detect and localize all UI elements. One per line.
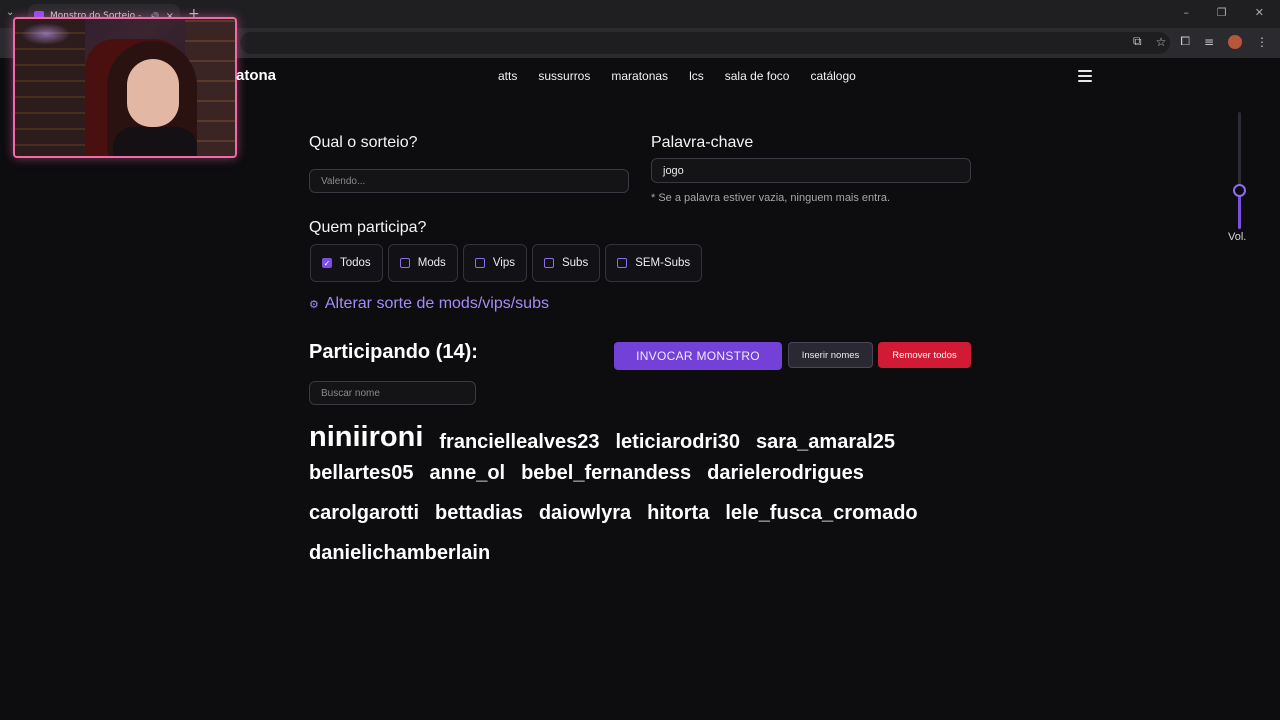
site-brand[interactable]: atona: [236, 67, 276, 84]
option-label: Vips: [492, 257, 515, 269]
participant-name[interactable]: sara_amaral25: [756, 431, 895, 454]
checkbox-icon[interactable]: [617, 258, 628, 268]
change-luck-label: Alterar sorte de mods/vips/subs: [324, 295, 549, 312]
invoke-monster-button[interactable]: INVOCAR MONSTRO: [614, 342, 782, 370]
participant-filter: ✓ Todos Mods Vips Subs SEM-Subs: [310, 244, 703, 282]
option-sem-subs[interactable]: SEM-Subs: [605, 244, 703, 282]
participant-name[interactable]: niniironi: [309, 421, 423, 454]
tab-list-chevron-icon[interactable]: ⌄: [6, 7, 14, 18]
participant-name[interactable]: bebel_fernandess: [521, 462, 691, 485]
option-subs[interactable]: Subs: [531, 244, 601, 282]
participant-name[interactable]: bellartes05: [309, 462, 414, 485]
keyword-input[interactable]: jogo: [651, 158, 971, 183]
volume-label: Vol.: [1228, 231, 1247, 243]
window-controls: – ❐ ✕: [1183, 6, 1264, 19]
toolbar-icons: ⧉ ☆ ⧠ ≡ ⋮: [1133, 34, 1268, 49]
streamer-face: [127, 59, 179, 127]
option-label: Todos: [340, 257, 371, 269]
participant-row: danielichamberlain: [309, 542, 989, 582]
who-label: Quem participa?: [309, 219, 427, 236]
participant-name[interactable]: bettadias: [435, 502, 523, 525]
nav-item-lcs[interactable]: lcs: [689, 69, 704, 83]
option-vips[interactable]: Vips: [462, 244, 527, 282]
bookmark-star-icon[interactable]: ☆: [1156, 35, 1167, 49]
install-app-icon[interactable]: ⧉: [1133, 34, 1142, 49]
option-label: Subs: [561, 257, 589, 269]
draw-label: Qual o sorteio?: [309, 134, 418, 151]
participant-name[interactable]: danielichamberlain: [309, 542, 490, 565]
insert-names-button[interactable]: Inserir nomes: [788, 342, 873, 368]
participant-row: bellartes05 anne_ol bebel_fernandess dar…: [309, 462, 989, 502]
participant-name[interactable]: leticiarodri30: [616, 431, 741, 454]
neon-light: [21, 23, 71, 45]
participants-heading: Participando (14):: [309, 341, 478, 363]
remove-all-button[interactable]: Remover todos: [878, 342, 971, 368]
address-bar[interactable]: [240, 32, 1170, 54]
nav-item-catalogo[interactable]: catálogo: [810, 69, 855, 83]
participant-name[interactable]: lele_fusca_cromado: [725, 502, 917, 525]
checkbox-checked-icon[interactable]: ✓: [322, 258, 332, 268]
webcam-overlay: [13, 17, 237, 158]
nav-item-maratonas[interactable]: maratonas: [611, 69, 668, 83]
option-todos[interactable]: ✓ Todos: [310, 244, 383, 282]
nav-item-sussurros[interactable]: sussurros: [538, 69, 590, 83]
close-window-icon[interactable]: ✕: [1255, 6, 1264, 19]
participant-name[interactable]: carolgarotti: [309, 502, 419, 525]
participant-name[interactable]: daiowlyra: [539, 502, 631, 525]
browser-menu-icon[interactable]: ⋮: [1256, 35, 1268, 49]
extensions-icon[interactable]: ⧠: [1180, 34, 1190, 49]
volume-slider-knob[interactable]: [1233, 184, 1246, 197]
participant-row: carolgarotti bettadias daiowlyra hitorta…: [309, 502, 989, 542]
draw-input[interactable]: Valendo...: [309, 169, 629, 193]
search-name-input[interactable]: Buscar nome: [309, 381, 476, 405]
streamer-body: [113, 127, 197, 156]
checkbox-icon[interactable]: [399, 258, 410, 268]
minimize-icon[interactable]: –: [1183, 6, 1189, 19]
nav-item-sala-de-foco[interactable]: sala de foco: [725, 69, 790, 83]
gear-icon: ⚙: [309, 298, 319, 311]
participant-name[interactable]: darielerodrigues: [707, 462, 864, 485]
keyword-label: Palavra-chave: [651, 134, 754, 151]
participant-list: niniironi franciellealves23 leticiarodri…: [309, 418, 989, 582]
checkbox-icon[interactable]: [474, 258, 485, 268]
site-nav: atts sussurros maratonas lcs sala de foc…: [498, 69, 856, 83]
profile-avatar[interactable]: [1228, 34, 1242, 49]
option-label: Mods: [417, 257, 446, 269]
media-control-icon[interactable]: ≡: [1204, 35, 1214, 49]
nav-item-atts[interactable]: atts: [498, 69, 517, 83]
participant-name[interactable]: anne_ol: [430, 462, 506, 485]
change-luck-link[interactable]: ⚙ Alterar sorte de mods/vips/subs: [309, 295, 549, 313]
checkbox-icon[interactable]: [543, 258, 554, 268]
participant-name[interactable]: hitorta: [647, 502, 709, 525]
keyword-hint: * Se a palavra estiver vazia, ninguem ma…: [651, 192, 891, 204]
participant-name[interactable]: franciellealves23: [439, 431, 599, 454]
option-mods[interactable]: Mods: [387, 244, 458, 282]
participant-row: niniironi franciellealves23 leticiarodri…: [309, 418, 989, 462]
hamburger-menu-icon[interactable]: [1078, 70, 1092, 82]
option-label: SEM-Subs: [635, 257, 691, 269]
restore-icon[interactable]: ❐: [1217, 6, 1227, 19]
